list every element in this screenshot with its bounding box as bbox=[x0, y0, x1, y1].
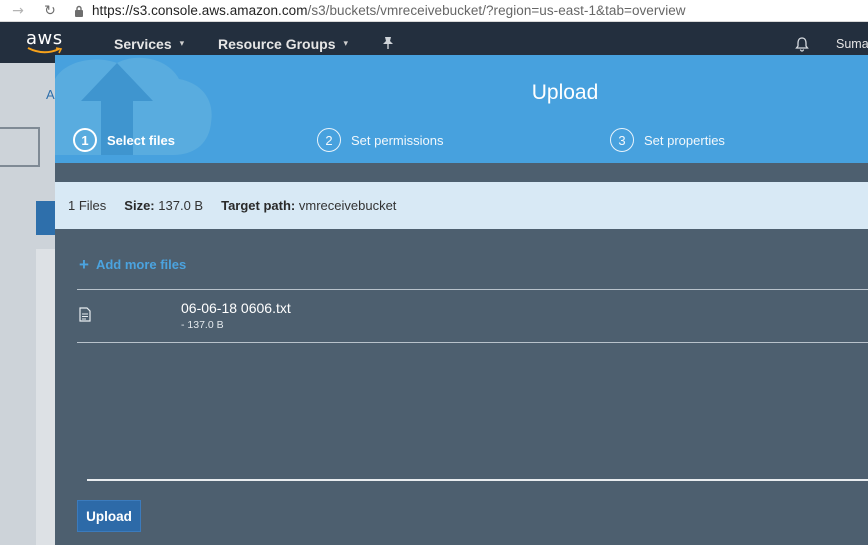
modal-title: Upload bbox=[531, 81, 599, 104]
size-value: 137.0 B bbox=[158, 198, 204, 213]
upload-button[interactable]: Upload bbox=[77, 500, 141, 532]
plus-icon: + bbox=[79, 255, 89, 274]
background-upload-button[interactable] bbox=[36, 201, 55, 235]
browser-address-bar: → ↻ https://s3.console.aws.amazon.com/s3… bbox=[0, 0, 868, 22]
pin-icon[interactable] bbox=[382, 36, 394, 55]
step-label: Set properties bbox=[644, 132, 725, 148]
step-number: 2 bbox=[317, 128, 341, 152]
resource-groups-label: Resource Groups bbox=[218, 36, 336, 52]
user-menu[interactable]: Suma bbox=[836, 37, 868, 51]
file-list-bottom-divider bbox=[77, 342, 868, 343]
services-label: Services bbox=[114, 36, 172, 52]
files-count: 1 Files bbox=[68, 198, 107, 213]
file-name: 06-06-18 0606.txt bbox=[181, 300, 291, 316]
background-content-panel bbox=[36, 249, 55, 545]
add-more-files-label: Add more files bbox=[95, 257, 187, 272]
document-icon bbox=[79, 307, 91, 327]
step-label: Set permissions bbox=[351, 132, 444, 148]
header-divider bbox=[55, 163, 868, 182]
target-path-value: vmreceivebucket bbox=[298, 198, 397, 213]
background-page: A bbox=[0, 63, 55, 545]
chevron-down-icon: ▾ bbox=[343, 39, 349, 49]
add-more-files-button[interactable]: + Add more files bbox=[79, 256, 186, 273]
step-number: 3 bbox=[610, 128, 634, 152]
size-label: Size: bbox=[124, 198, 155, 213]
aws-logo[interactable]: aws bbox=[26, 28, 64, 56]
breadcrumb[interactable]: A bbox=[46, 87, 55, 102]
modal-header: Upload 1 Select files 2 Set permissions … bbox=[55, 55, 868, 163]
step-set-permissions[interactable]: 2 Set permissions bbox=[317, 128, 443, 152]
target-path-label: Target path: bbox=[221, 198, 296, 213]
reload-icon[interactable]: ↻ bbox=[40, 0, 60, 22]
file-size: - 137.0 B bbox=[181, 319, 224, 331]
url-field[interactable]: https://s3.console.aws.amazon.com/s3/buc… bbox=[92, 3, 686, 18]
resource-groups-menu[interactable]: Resource Groups ▾ bbox=[218, 36, 348, 52]
step-label: Select files bbox=[107, 132, 175, 148]
url-path: /s3/buckets/vmreceivebucket/?region=us-e… bbox=[307, 3, 686, 18]
url-host: https://s3.console.aws.amazon.com bbox=[92, 3, 308, 18]
upload-modal: Upload 1 Select files 2 Set permissions … bbox=[55, 55, 868, 545]
lock-icon bbox=[74, 4, 84, 18]
back-arrow-icon[interactable]: → bbox=[8, 0, 28, 22]
background-panel-outline bbox=[0, 127, 40, 167]
step-select-files[interactable]: 1 Select files bbox=[73, 128, 175, 152]
step-set-properties[interactable]: 3 Set properties bbox=[610, 128, 725, 152]
aws-logo-text: aws bbox=[26, 28, 63, 49]
step-number: 1 bbox=[73, 128, 97, 152]
file-list-top-divider bbox=[77, 289, 868, 290]
bell-icon[interactable] bbox=[794, 36, 810, 57]
target-path-info: Target path: vmreceivebucket bbox=[221, 198, 396, 213]
upload-summary-bar: 1 Files Size: 137.0 B Target path: vmrec… bbox=[55, 182, 868, 229]
footer-divider bbox=[87, 479, 868, 481]
size-info: Size: 137.0 B bbox=[124, 198, 203, 213]
chevron-down-icon: ▾ bbox=[179, 39, 185, 49]
services-menu[interactable]: Services ▾ bbox=[114, 36, 184, 52]
aws-smile-icon bbox=[27, 47, 63, 54]
